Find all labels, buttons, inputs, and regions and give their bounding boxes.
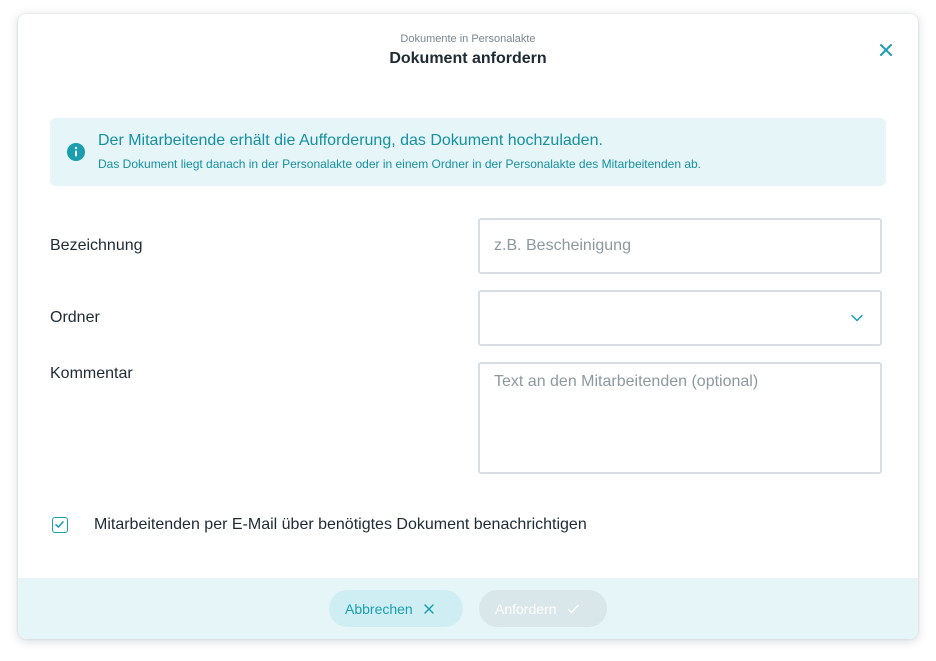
info-banner: Der Mitarbeitende erhält die Aufforderun… — [50, 118, 886, 186]
dialog-subtitle: Dokumente in Personalakte — [400, 33, 536, 45]
chevron-down-icon — [851, 314, 863, 322]
dialog-footer: Abbrechen Anfordern — [18, 578, 918, 639]
close-button[interactable] — [876, 40, 896, 60]
bezeichnung-field-wrapper — [478, 218, 882, 274]
cancel-button[interactable]: Abbrechen — [329, 590, 463, 627]
notify-email-checkbox[interactable] — [52, 517, 68, 533]
info-main-text: Der Mitarbeitende erhält die Aufforderun… — [98, 132, 603, 149]
request-document-dialog: Dokumente in Personalakte Dokument anfor… — [18, 14, 918, 639]
ordner-label: Ordner — [50, 309, 100, 326]
info-icon — [67, 143, 85, 161]
ordner-select[interactable] — [478, 290, 882, 346]
kommentar-field-wrapper — [478, 362, 882, 474]
dialog-title: Dokument anfordern — [389, 50, 547, 67]
bezeichnung-label: Bezeichnung — [50, 237, 143, 254]
close-icon — [423, 603, 434, 614]
checkmark-icon — [55, 521, 64, 528]
info-sub-text: Das Dokument liegt danach in der Persona… — [98, 157, 702, 171]
bezeichnung-input[interactable] — [480, 220, 880, 272]
close-icon — [880, 44, 892, 56]
kommentar-label: Kommentar — [50, 365, 133, 382]
notify-email-label: Mitarbeitenden per E-Mail über benötigte… — [94, 516, 587, 533]
cancel-button-label: Abbrechen — [345, 600, 413, 617]
kommentar-textarea[interactable] — [480, 364, 880, 470]
request-button-label: Anfordern — [495, 600, 557, 617]
checkmark-icon — [568, 604, 580, 613]
request-button[interactable]: Anfordern — [479, 590, 607, 627]
dialog-header: Dokumente in Personalakte Dokument anfor… — [18, 14, 918, 94]
